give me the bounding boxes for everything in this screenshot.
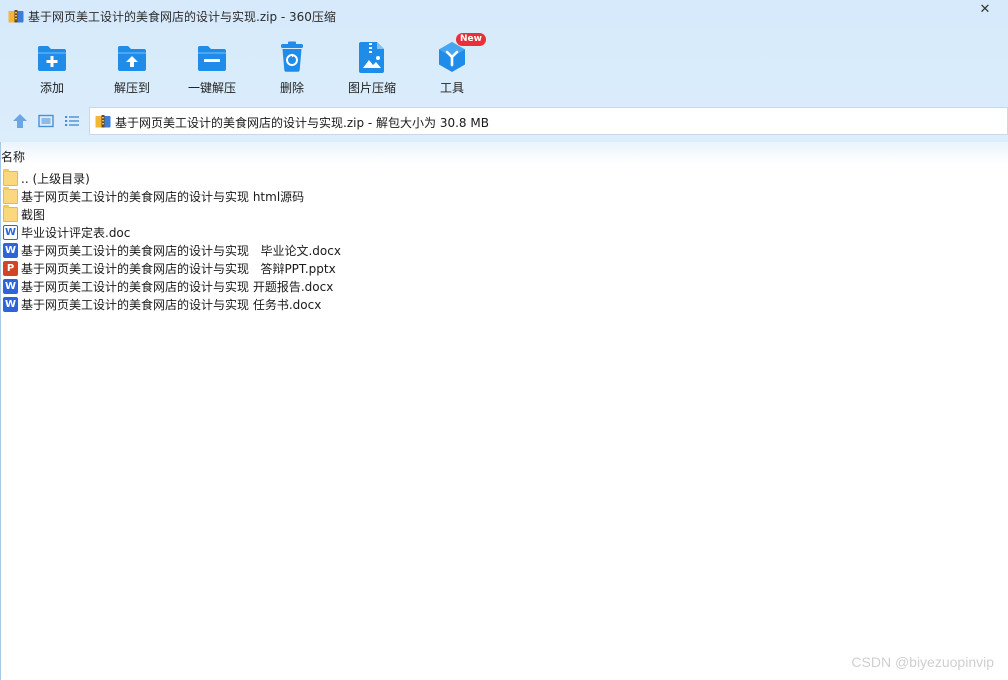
add-button[interactable]: 添加 [12, 36, 92, 98]
header-fade [0, 142, 1008, 164]
tools-button[interactable]: New 工具 [412, 33, 492, 98]
thumbnail-view-icon[interactable] [37, 113, 55, 129]
address-path: 基于网页美工设计的美食网店的设计与实现.zip - 解包大小为 30.8 MB [115, 116, 489, 130]
list-left-border [0, 142, 1, 680]
image-compress-icon [359, 42, 384, 73]
list-item[interactable]: 截图 [3, 204, 803, 223]
word-docx-icon: W [3, 242, 18, 258]
one-click-extract-icon [198, 46, 226, 71]
file-name: 毕业设计评定表.doc [21, 225, 131, 240]
archive-file-icon [95, 115, 111, 128]
powerpoint-icon: P [3, 260, 18, 276]
image-compress-button[interactable]: 图片压缩 [332, 36, 412, 98]
extract-to-icon [118, 46, 146, 71]
file-name: 基于网页美工设计的美食网店的设计与实现 毕业论文.docx [21, 243, 341, 258]
file-name: 基于网页美工设计的美食网店的设计与实现 任务书.docx [21, 297, 322, 312]
close-button[interactable]: ✕ [962, 0, 1008, 18]
extract-to-label: 解压到 [113, 81, 150, 95]
add-label: 添加 [39, 81, 64, 95]
file-name: 基于网页美工设计的美食网店的设计与实现 开题报告.docx [21, 279, 334, 294]
add-folder-icon [38, 46, 66, 71]
file-name: 基于网页美工设计的美食网店的设计与实现 答辩PPT.pptx [21, 261, 336, 276]
one-click-extract-button[interactable]: 一键解压 [172, 36, 252, 98]
list-item[interactable]: 基于网页美工设计的美食网店的设计与实现 html源码 [3, 186, 803, 205]
list-item[interactable]: W 基于网页美工设计的美食网店的设计与实现 开题报告.docx [3, 277, 803, 295]
address-bar[interactable]: 基于网页美工设计的美食网店的设计与实现.zip - 解包大小为 30.8 MB [89, 107, 1008, 135]
file-name: .. (上级目录) [21, 171, 90, 186]
list-item[interactable]: W 基于网页美工设计的美食网店的设计与实现 任务书.docx [3, 295, 803, 313]
folder-icon [3, 186, 18, 204]
extract-to-button[interactable]: 解压到 [92, 36, 172, 98]
file-name: 截图 [21, 207, 46, 222]
list-item[interactable]: W 基于网页美工设计的美食网店的设计与实现 毕业论文.docx [3, 241, 803, 259]
list-view-icon[interactable] [63, 113, 81, 129]
word-docx-icon: W [3, 278, 18, 294]
word-doc-icon: W [3, 224, 18, 240]
window-title: 基于网页美工设计的美食网店的设计与实现.zip - 360压缩 [28, 10, 336, 24]
one-click-extract-label: 一键解压 [187, 81, 236, 95]
delete-button[interactable]: 删除 [252, 36, 332, 98]
word-docx-icon: W [3, 296, 18, 312]
toolbar: 添加 解压到 一键解压 删除 图片压缩 New 工具 [0, 33, 1008, 100]
list-item[interactable]: W 毕业设计评定表.doc [3, 223, 803, 241]
list-item-parent-dir[interactable]: .. (上级目录) [3, 168, 803, 187]
up-arrow-icon[interactable] [11, 113, 29, 129]
title-bar[interactable]: 基于网页美工设计的美食网店的设计与实现.zip - 360压缩 ✕ [0, 0, 1008, 32]
folder-icon [3, 204, 18, 222]
column-header-name[interactable]: 名称 [1, 148, 25, 165]
tools-label: 工具 [439, 81, 464, 95]
trash-icon [281, 41, 303, 72]
archive-app-icon [8, 10, 24, 23]
folder-icon [3, 168, 18, 186]
delete-label: 删除 [279, 81, 304, 95]
image-compress-label: 图片压缩 [347, 81, 396, 95]
file-list: .. (上级目录) 基于网页美工设计的美食网店的设计与实现 html源码 截图 … [3, 168, 803, 313]
file-name: 基于网页美工设计的美食网店的设计与实现 html源码 [21, 189, 305, 204]
list-item[interactable]: P 基于网页美工设计的美食网店的设计与实现 答辩PPT.pptx [3, 259, 803, 277]
watermark: CSDN @biyezuopinvip [851, 654, 994, 670]
new-badge: New [456, 33, 486, 46]
